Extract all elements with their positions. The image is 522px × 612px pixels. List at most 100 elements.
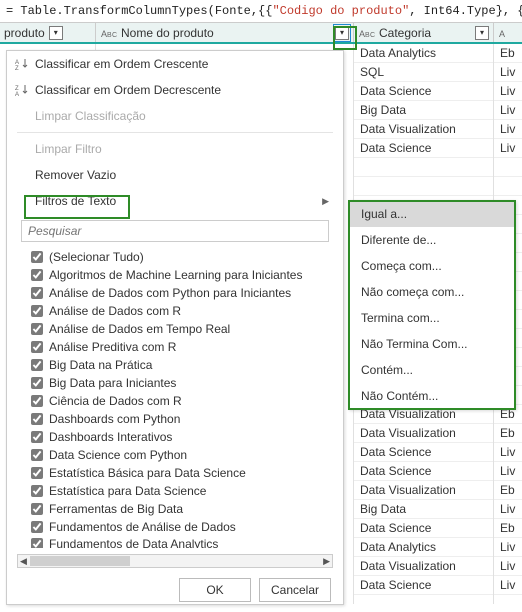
table-cell-categoria[interactable]: SQL <box>354 63 493 82</box>
table-cell-categoria[interactable] <box>354 158 493 177</box>
table-cell-right[interactable]: Liv <box>494 101 522 120</box>
table-cell-categoria[interactable]: Data Visualization <box>354 120 493 139</box>
remove-empty[interactable]: Remover Vazio <box>7 162 343 188</box>
text-filter-option[interactable]: Não Contém... <box>349 383 515 409</box>
table-cell-categoria[interactable]: Data Analytics <box>354 44 493 63</box>
scroll-right-icon[interactable]: ▶ <box>323 556 330 567</box>
scroll-left-icon[interactable]: ◀ <box>20 556 27 567</box>
filter-value-row[interactable]: Data Science com Python <box>15 446 335 464</box>
filter-value-row[interactable]: Ciência de Dados com R <box>15 392 335 410</box>
filter-value-row[interactable]: Fundamentos de Análise de Dados <box>15 518 335 536</box>
filter-value-checkbox[interactable] <box>31 538 43 548</box>
table-cell-categoria[interactable]: Data Analytics <box>354 538 493 557</box>
filter-value-checkbox[interactable] <box>31 323 43 335</box>
table-cell-right[interactable]: Liv <box>494 82 522 101</box>
table-cell-right[interactable]: Eb <box>494 519 522 538</box>
sort-asc[interactable]: AZ Classificar em Ordem Crescente <box>7 51 343 77</box>
filter-dropdown-icon[interactable]: ▾ <box>335 26 349 40</box>
filter-value-checkbox[interactable] <box>31 485 43 497</box>
table-cell-right[interactable]: Liv <box>494 63 522 82</box>
filter-value-checkbox[interactable] <box>31 377 43 389</box>
header-right[interactable]: A <box>494 23 522 42</box>
sort-desc-icon: ZA <box>15 83 29 97</box>
horizontal-scrollbar[interactable]: ◀ ▶ <box>17 554 333 568</box>
filter-value-checkbox[interactable] <box>31 305 43 317</box>
clear-sort: Limpar Classificação <box>7 103 343 129</box>
filter-value-row[interactable]: Análise Preditiva com R <box>15 338 335 356</box>
filter-value-row[interactable]: Dashboards Interativos <box>15 428 335 446</box>
text-filter-option[interactable]: Contém... <box>349 357 515 383</box>
table-cell-categoria[interactable]: Data Science <box>354 443 493 462</box>
svg-text:A: A <box>15 92 19 97</box>
filter-value-label: Big Data para Iniciantes <box>49 376 176 390</box>
sort-desc[interactable]: ZA Classificar em Ordem Decrescente <box>7 77 343 103</box>
text-filter-option[interactable]: Não Termina Com... <box>349 331 515 357</box>
table-cell-categoria[interactable]: Data Science <box>354 462 493 481</box>
filter-value-row[interactable]: Big Data na Prática <box>15 356 335 374</box>
filter-value-row[interactable]: Análise de Dados em Tempo Real <box>15 320 335 338</box>
table-cell-categoria[interactable] <box>354 177 493 196</box>
table-cell-categoria[interactable]: Data Science <box>354 139 493 158</box>
table-cell-right[interactable] <box>494 177 522 196</box>
table-cell-right[interactable]: Liv <box>494 538 522 557</box>
filter-value-row[interactable]: Dashboards com Python <box>15 410 335 428</box>
filter-value-row[interactable]: Estatística para Data Science <box>15 482 335 500</box>
filter-value-checkbox[interactable] <box>31 251 43 263</box>
table-cell-categoria[interactable]: Data Visualization <box>354 481 493 500</box>
table-cell-categoria[interactable]: Data Visualization <box>354 557 493 576</box>
ok-button[interactable]: OK <box>179 578 251 602</box>
filter-value-row[interactable]: Big Data para Iniciantes <box>15 374 335 392</box>
filter-value-row[interactable]: Ferramentas de Big Data <box>15 500 335 518</box>
table-cell-right[interactable]: Liv <box>494 462 522 481</box>
table-cell-right[interactable]: Liv <box>494 139 522 158</box>
filter-value-checkbox[interactable] <box>31 503 43 515</box>
table-cell-right[interactable] <box>494 158 522 177</box>
text-filters[interactable]: Filtros de Texto ▶ <box>7 188 343 214</box>
table-cell-categoria[interactable]: Data Visualization <box>354 424 493 443</box>
filter-value-checkbox[interactable] <box>31 413 43 425</box>
filter-dropdown-icon[interactable]: ▾ <box>475 26 489 40</box>
table-cell-right[interactable]: Eb <box>494 481 522 500</box>
cancel-button[interactable]: Cancelar <box>259 578 331 602</box>
filter-value-checkbox[interactable] <box>31 359 43 371</box>
table-cell-right[interactable]: Liv <box>494 443 522 462</box>
table-cell-categoria[interactable]: Data Science <box>354 576 493 595</box>
filter-value-row[interactable]: Fundamentos de Data Analytics <box>15 536 335 548</box>
header-categoria[interactable]: ABC Categoria ▾ <box>354 23 494 42</box>
filter-value-checkbox[interactable] <box>31 431 43 443</box>
table-cell-categoria[interactable]: Data Science <box>354 519 493 538</box>
text-filter-option[interactable]: Termina com... <box>349 305 515 331</box>
filter-value-checkbox[interactable] <box>31 269 43 281</box>
table-cell-right[interactable]: Eb <box>494 424 522 443</box>
filter-value-checkbox[interactable] <box>31 287 43 299</box>
table-cell-right[interactable]: Liv <box>494 557 522 576</box>
table-cell-right[interactable]: Liv <box>494 120 522 139</box>
filter-value-row[interactable]: Algoritmos de Machine Learning para Inic… <box>15 266 335 284</box>
table-cell-right[interactable]: Liv <box>494 500 522 519</box>
text-filter-option[interactable]: Começa com... <box>349 253 515 279</box>
table-cell-right[interactable]: Eb <box>494 44 522 63</box>
text-filter-option[interactable]: Não começa com... <box>349 279 515 305</box>
filter-value-row[interactable]: Análise de Dados com Python para Inician… <box>15 284 335 302</box>
table-cell-categoria[interactable]: Big Data <box>354 101 493 120</box>
filter-value-checkbox[interactable] <box>31 395 43 407</box>
table-cell-right[interactable]: Liv <box>494 576 522 595</box>
filter-value-checkbox[interactable] <box>31 449 43 461</box>
text-filter-option[interactable]: Diferente de... <box>349 227 515 253</box>
filter-value-row[interactable]: (Selecionar Tudo) <box>15 248 335 266</box>
filter-value-checkbox[interactable] <box>31 521 43 533</box>
header-nome[interactable]: ABC Nome do produto ▾ <box>96 23 354 42</box>
table-cell-categoria[interactable]: Data Science <box>354 82 493 101</box>
clear-filter-label: Limpar Filtro <box>35 142 102 156</box>
filter-value-row[interactable]: Análise de Dados com R <box>15 302 335 320</box>
header-produto[interactable]: produto ▾ <box>0 23 96 42</box>
filter-dropdown-icon[interactable]: ▾ <box>49 26 63 40</box>
filter-value-checkbox[interactable] <box>31 341 43 353</box>
filter-value-checkbox[interactable] <box>31 467 43 479</box>
table-cell-categoria[interactable]: Big Data <box>354 500 493 519</box>
sort-asc-label: Classificar em Ordem Crescente <box>35 57 208 71</box>
search-input[interactable] <box>21 220 329 242</box>
text-filter-option[interactable]: Igual a... <box>349 201 515 227</box>
filter-value-row[interactable]: Estatística Básica para Data Science <box>15 464 335 482</box>
scrollbar-thumb[interactable] <box>30 556 130 566</box>
